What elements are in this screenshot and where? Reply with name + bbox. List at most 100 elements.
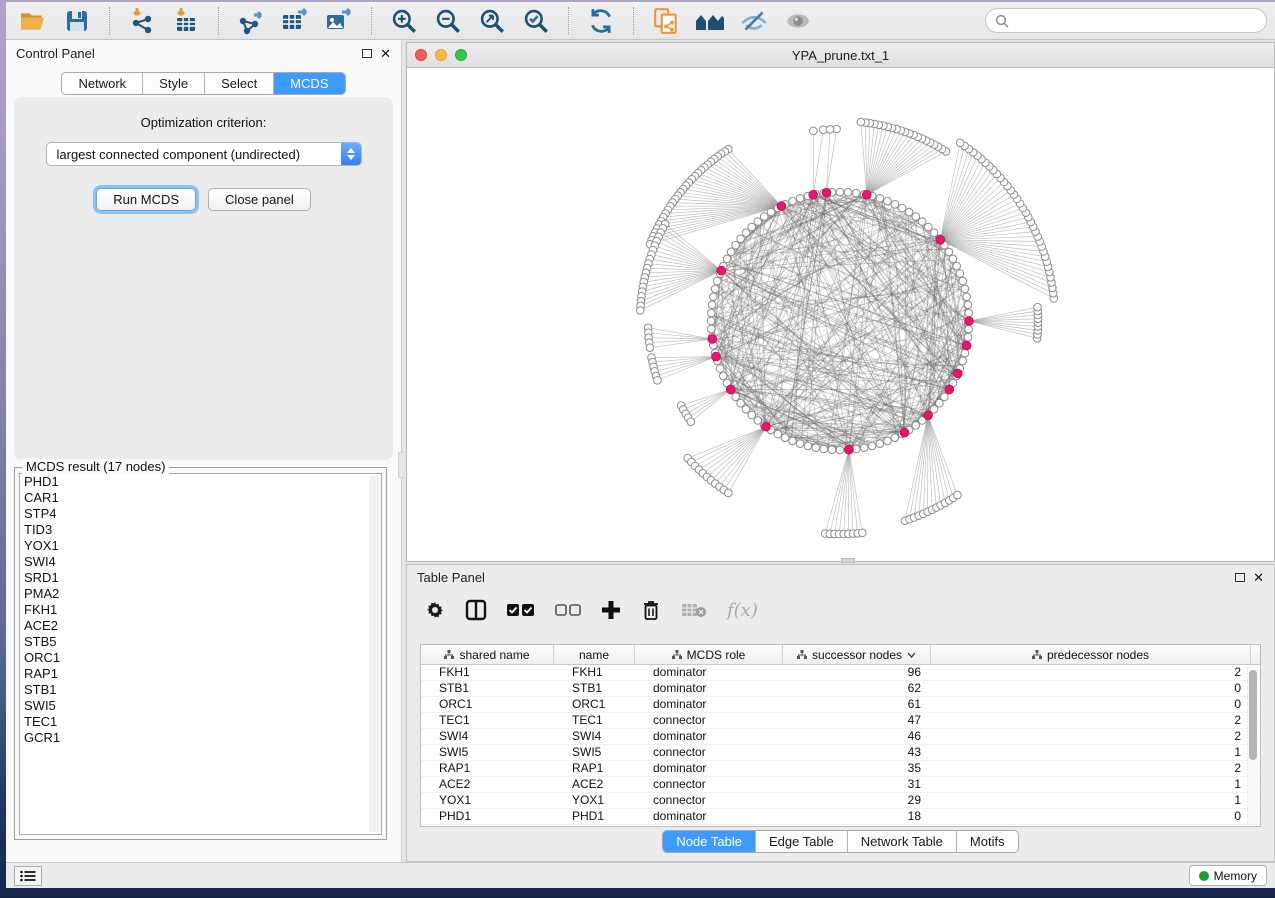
network-node[interactable] (876, 440, 884, 448)
import-network-icon[interactable] (123, 5, 161, 37)
export-table-icon[interactable] (276, 5, 314, 37)
mcds-result-item[interactable]: SWI5 (20, 698, 381, 714)
selected-network-node[interactable] (777, 202, 786, 211)
network-node[interactable] (707, 317, 715, 325)
network-node[interactable] (826, 126, 834, 134)
table-row[interactable]: ACE2ACE2connector311 (421, 777, 1260, 793)
mcds-result-item[interactable]: SRD1 (20, 570, 381, 586)
selected-network-node[interactable] (708, 335, 717, 344)
selected-network-node[interactable] (936, 236, 945, 245)
selected-network-node[interactable] (962, 341, 971, 350)
save-session-icon[interactable] (58, 5, 96, 37)
mcds-result-item[interactable]: GCR1 (20, 730, 381, 746)
network-node[interactable] (687, 418, 695, 426)
settings-gear-icon[interactable] (425, 600, 445, 620)
network-node[interactable] (857, 118, 865, 126)
zoom-fit-icon[interactable] (473, 5, 511, 37)
network-node[interactable] (836, 188, 844, 196)
network-node[interactable] (725, 489, 733, 497)
network-node[interactable] (732, 393, 740, 401)
network-node[interactable] (774, 430, 782, 438)
horizontal-splitter-handle[interactable] (841, 558, 855, 563)
network-node[interactable] (732, 241, 740, 249)
network-node[interactable] (710, 293, 718, 301)
tab-motifs[interactable]: Motifs (957, 831, 1018, 852)
mcds-result-list[interactable]: PHD1CAR1STP4TID3YOX1SWI4SRD1PMA2FKH1ACE2… (19, 473, 382, 835)
mcds-result-item[interactable]: TID3 (20, 522, 381, 538)
network-node[interactable] (804, 442, 812, 450)
float-panel-icon[interactable] (362, 49, 372, 58)
network-node[interactable] (905, 208, 913, 216)
column-header-predecessor-nodes[interactable]: predecessor nodes (931, 645, 1251, 664)
network-node[interactable] (963, 293, 971, 301)
selected-network-node[interactable] (809, 191, 818, 200)
deselect-all-checkboxes-icon[interactable] (555, 604, 581, 617)
tab-network[interactable]: Network (62, 73, 143, 94)
network-node[interactable] (898, 204, 906, 212)
network-node[interactable] (720, 372, 728, 380)
run-mcds-button[interactable]: Run MCDS (96, 188, 196, 211)
network-node[interactable] (796, 195, 804, 203)
tab-style[interactable]: Style (143, 73, 205, 94)
network-node[interactable] (708, 301, 716, 309)
network-node[interactable] (637, 307, 645, 315)
network-node[interactable] (708, 309, 716, 317)
network-node[interactable] (936, 399, 944, 407)
open-file-icon[interactable] (14, 5, 52, 37)
network-node[interactable] (789, 437, 797, 445)
selected-network-node[interactable] (863, 191, 872, 200)
tab-select[interactable]: Select (205, 73, 274, 94)
selected-network-node[interactable] (726, 385, 735, 394)
network-node[interactable] (876, 195, 884, 203)
mcds-result-item[interactable]: PMA2 (20, 586, 381, 602)
table-row[interactable]: PHD1PHD1dominator180 (421, 809, 1260, 825)
network-node[interactable] (754, 417, 762, 425)
table-row[interactable]: RAP1RAP1dominator352 (421, 761, 1260, 777)
mcds-result-item[interactable]: SWI4 (20, 554, 381, 570)
mcds-result-item[interactable]: RAP1 (20, 666, 381, 682)
network-node[interactable] (836, 446, 844, 454)
table-row[interactable]: SWI4SWI4dominator462 (421, 729, 1260, 745)
network-node[interactable] (727, 248, 735, 256)
mcds-result-item[interactable]: ACE2 (20, 618, 381, 634)
network-node[interactable] (767, 208, 775, 216)
network-node[interactable] (796, 440, 804, 448)
selected-network-node[interactable] (900, 428, 909, 437)
zoom-out-icon[interactable] (429, 5, 467, 37)
network-node[interactable] (810, 127, 818, 135)
network-node[interactable] (961, 349, 969, 357)
mcds-result-item[interactable]: PHD1 (20, 474, 381, 490)
tab-node-table[interactable]: Node Table (663, 831, 756, 852)
tab-network-table[interactable]: Network Table (848, 831, 957, 852)
import-table-icon[interactable] (167, 5, 205, 37)
first-neighbors-icon[interactable] (691, 5, 729, 37)
network-node[interactable] (646, 344, 654, 352)
table-row[interactable]: YOX1YOX1connector291 (421, 793, 1260, 809)
network-node[interactable] (912, 213, 920, 221)
network-node[interactable] (723, 255, 731, 263)
network-node[interactable] (828, 446, 836, 454)
zoom-in-icon[interactable] (385, 5, 423, 37)
network-node[interactable] (737, 399, 745, 407)
network-node[interactable] (925, 223, 933, 231)
search-input[interactable] (1015, 13, 1257, 28)
network-node[interactable] (959, 357, 967, 365)
network-node[interactable] (964, 333, 972, 341)
network-node[interactable] (954, 491, 962, 499)
selected-network-node[interactable] (717, 266, 726, 275)
float-panel-icon[interactable] (1235, 573, 1245, 582)
selected-network-node[interactable] (762, 422, 771, 431)
network-node[interactable] (844, 189, 852, 197)
column-header-successor-nodes[interactable]: successor nodes (783, 645, 931, 664)
network-node[interactable] (884, 197, 892, 205)
selected-network-node[interactable] (712, 352, 721, 361)
network-node[interactable] (859, 529, 867, 537)
network-node[interactable] (748, 411, 756, 419)
mcds-result-item[interactable]: STB1 (20, 682, 381, 698)
delete-table-icon[interactable] (681, 602, 707, 618)
network-node[interactable] (965, 309, 973, 317)
task-history-button[interactable] (14, 866, 42, 886)
close-panel-icon[interactable]: ✕ (380, 47, 391, 60)
network-node[interactable] (737, 235, 745, 243)
export-image-icon[interactable] (320, 5, 358, 37)
